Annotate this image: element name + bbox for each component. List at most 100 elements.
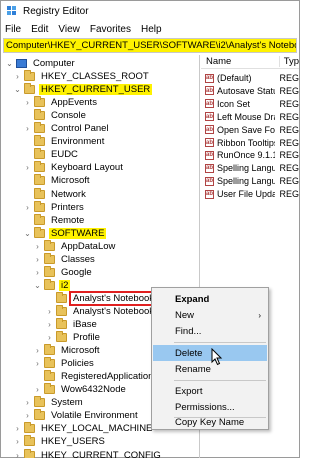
collapsed-chevron-icon[interactable]: › bbox=[23, 163, 32, 172]
collapsed-chevron-icon[interactable]: › bbox=[33, 242, 42, 251]
menu-file[interactable]: File bbox=[5, 24, 21, 35]
tree-item[interactable]: › HKEY_CURRENT_CONFIG bbox=[13, 448, 163, 458]
folder-icon bbox=[34, 148, 45, 160]
tree-item[interactable]: › HKEY_CLASSES_ROOT bbox=[13, 70, 151, 83]
tree-item[interactable]: › Wow6432Node bbox=[33, 383, 128, 396]
context-menu-export[interactable]: Export bbox=[153, 383, 267, 399]
tree-item[interactable]: › Profile bbox=[45, 331, 102, 344]
collapsed-chevron-icon[interactable]: › bbox=[13, 451, 22, 458]
tree-item[interactable]: › Policies bbox=[33, 357, 96, 370]
string-value-icon: ab bbox=[205, 73, 214, 83]
column-header-type[interactable]: Typ bbox=[278, 56, 299, 67]
tree-item[interactable]: › HKEY_LOCAL_MACHINE bbox=[13, 422, 154, 435]
tree-item[interactable]: › Classes bbox=[33, 252, 97, 266]
collapsed-chevron-icon[interactable]: › bbox=[23, 398, 32, 407]
expanded-chevron-icon[interactable]: ⌄ bbox=[13, 85, 22, 94]
context-menu: Expand New › Find... Delete Rename Export… bbox=[151, 287, 269, 430]
collapsed-chevron-icon[interactable]: › bbox=[33, 268, 42, 277]
folder-icon bbox=[24, 448, 35, 458]
value-row[interactable]: abSpelling Langua...REG bbox=[201, 175, 299, 187]
value-row[interactable]: abRibbon Tooltips ...REG bbox=[201, 137, 299, 149]
tree-item[interactable]: › Volatile Environment bbox=[23, 409, 140, 422]
value-row[interactable]: abSpelling Langua...REG bbox=[201, 162, 299, 174]
collapsed-chevron-icon[interactable]: › bbox=[23, 411, 32, 420]
tree-item-label: System bbox=[51, 397, 83, 409]
window-title: Registry Editor bbox=[23, 5, 89, 17]
tree-item[interactable]: RegisteredApplications bbox=[33, 370, 160, 383]
tree-item[interactable]: › Analyst's Notebook C bbox=[45, 304, 166, 318]
tree-item[interactable]: ⌄ Computer bbox=[5, 57, 77, 70]
context-menu-new-label: New bbox=[175, 309, 195, 321]
tree-item[interactable]: EUDC bbox=[23, 148, 80, 161]
tree-item[interactable]: ⌄ i2 bbox=[33, 278, 71, 292]
collapsed-chevron-icon[interactable]: › bbox=[33, 385, 42, 394]
tree-item[interactable]: Console bbox=[23, 109, 88, 122]
tree-item[interactable]: Environment bbox=[23, 135, 106, 148]
context-menu-find[interactable]: Find... bbox=[153, 323, 267, 339]
tree-item[interactable]: › Microsoft bbox=[33, 344, 102, 357]
tree-item[interactable]: › HKEY_USERS bbox=[13, 435, 107, 448]
value-type: REG bbox=[279, 111, 299, 122]
value-row[interactable]: ab (Default) REG bbox=[201, 72, 299, 84]
menu-view[interactable]: View bbox=[58, 24, 80, 35]
tree-item[interactable]: › Control Panel bbox=[23, 122, 111, 135]
value-row[interactable]: abLeft Mouse Drag... REG bbox=[201, 111, 299, 123]
collapsed-chevron-icon[interactable]: › bbox=[13, 424, 22, 433]
context-menu-delete[interactable]: Delete bbox=[153, 345, 267, 361]
tree-item[interactable]: Network bbox=[23, 187, 88, 201]
column-header-name[interactable]: Name bbox=[201, 56, 279, 67]
collapsed-chevron-icon[interactable]: › bbox=[23, 203, 32, 212]
value-row[interactable]: abAutosave Status REG bbox=[201, 85, 299, 97]
tree-item[interactable]: › System bbox=[23, 396, 85, 409]
value-row[interactable]: abOpen Save FolderREG bbox=[201, 124, 299, 136]
collapsed-chevron-icon[interactable]: › bbox=[33, 359, 42, 368]
context-menu-new[interactable]: New › bbox=[153, 307, 267, 323]
tree-item[interactable]: › AppDataLow bbox=[33, 239, 117, 253]
expanded-chevron-icon[interactable]: ⌄ bbox=[33, 281, 42, 290]
tree-item-label: iBase bbox=[73, 319, 97, 330]
menu-help[interactable]: Help bbox=[141, 24, 162, 35]
value-row[interactable]: ab RunOnce 9.1.1 REG bbox=[201, 149, 299, 161]
value-row[interactable]: ab Icon Set REG bbox=[201, 98, 299, 110]
tree-item[interactable]: ⌄ HKEY_CURRENT_USER bbox=[13, 83, 153, 96]
tree-item[interactable]: › Google bbox=[33, 265, 94, 279]
tree-item-label: Microsoft bbox=[51, 175, 90, 187]
collapsed-chevron-icon[interactable]: › bbox=[13, 72, 22, 81]
collapsed-chevron-icon[interactable]: › bbox=[23, 124, 32, 133]
collapsed-chevron-icon[interactable]: › bbox=[23, 98, 32, 107]
context-menu-permissions[interactable]: Permissions... bbox=[153, 399, 267, 415]
folder-icon bbox=[34, 96, 45, 108]
tree-item[interactable]: › Keyboard Layout bbox=[23, 161, 125, 174]
context-menu-expand-label: Expand bbox=[175, 293, 210, 305]
tree-item[interactable]: Remote bbox=[23, 213, 86, 227]
expanded-chevron-icon[interactable]: ⌄ bbox=[5, 59, 14, 68]
folder-icon bbox=[56, 304, 67, 316]
tree-item[interactable]: Analyst's Notebook 7 bbox=[45, 290, 166, 306]
menu-favorites[interactable]: Favorites bbox=[90, 24, 131, 35]
registry-editor-icon bbox=[6, 5, 18, 17]
tree-item[interactable]: › AppEvents bbox=[23, 96, 99, 109]
expanded-chevron-icon[interactable]: ⌄ bbox=[23, 229, 32, 238]
tree-item[interactable]: › iBase bbox=[45, 318, 99, 331]
collapsed-chevron-icon[interactable]: › bbox=[13, 437, 22, 446]
context-menu-copy-key-name[interactable]: Copy Key Name bbox=[153, 414, 267, 430]
folder-icon bbox=[44, 344, 55, 356]
menu-edit[interactable]: Edit bbox=[31, 24, 48, 35]
tree-item-label: Printers bbox=[51, 201, 84, 213]
context-menu-rename[interactable]: Rename bbox=[153, 361, 267, 377]
context-menu-expand[interactable]: Expand bbox=[153, 291, 267, 307]
value-name: Open Save Folder bbox=[217, 124, 276, 135]
collapsed-chevron-icon[interactable]: › bbox=[33, 255, 42, 264]
collapsed-chevron-icon[interactable]: › bbox=[45, 320, 54, 329]
tree-item-label: SOFTWARE bbox=[49, 227, 107, 239]
collapsed-chevron-icon[interactable]: › bbox=[45, 307, 54, 316]
tree-item[interactable]: › Printers bbox=[23, 200, 86, 214]
address-bar[interactable]: Computer\HKEY_CURRENT_USER\SOFTWARE\i2\A… bbox=[3, 38, 297, 53]
collapsed-chevron-icon[interactable]: › bbox=[33, 346, 42, 355]
value-row[interactable]: abUser File Update...REG bbox=[201, 188, 299, 200]
tree-item[interactable]: ⌄ SOFTWARE bbox=[23, 226, 107, 240]
collapsed-chevron-icon[interactable]: › bbox=[45, 333, 54, 342]
folder-icon bbox=[56, 331, 67, 343]
tree-item-label: RegisteredApplications bbox=[61, 371, 159, 383]
tree-item[interactable]: Microsoft bbox=[23, 174, 92, 187]
